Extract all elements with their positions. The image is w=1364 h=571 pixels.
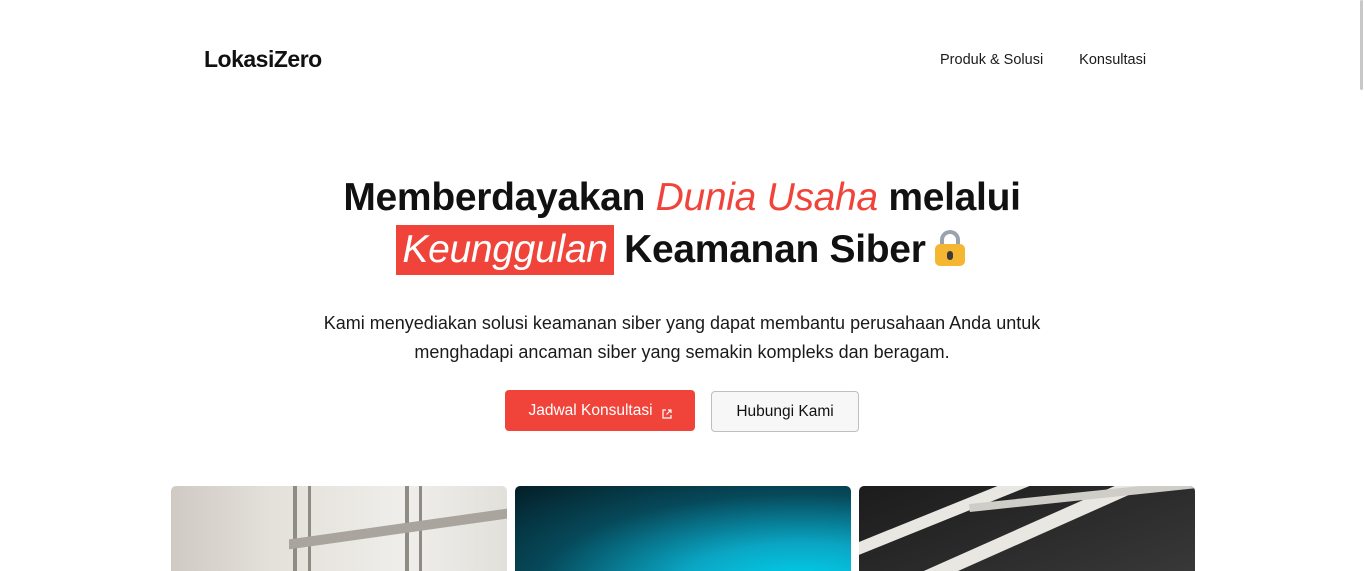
hero-section: Memberdayakan Dunia Usaha melalui Keungg… [0, 172, 1364, 432]
gallery-image-office-glass [171, 486, 507, 571]
hero-headline: Memberdayakan Dunia Usaha melalui Keungg… [0, 172, 1364, 276]
lock-icon [932, 228, 968, 268]
schedule-consultation-button[interactable]: Jadwal Konsultasi [505, 390, 695, 431]
headline-highlight-keunggulan: Keunggulan [396, 225, 614, 275]
headline-text-3: Keamanan Siber [613, 228, 926, 271]
gallery-image-cyan-gradient [515, 486, 851, 571]
nav-links: Produk & Solusi Konsultasi [940, 52, 1146, 68]
image-gallery [171, 486, 1195, 571]
nav-link-konsultasi[interactable]: Konsultasi [1079, 52, 1146, 68]
nav-link-produk-solusi[interactable]: Produk & Solusi [940, 52, 1043, 68]
schedule-consultation-label: Jadwal Konsultasi [528, 401, 653, 419]
headline-highlight-dunia-usaha: Dunia Usaha [655, 176, 878, 219]
headline-text-2: melalui [877, 176, 1021, 219]
navbar: LokasiZero Produk & Solusi Konsultasi [0, 0, 1364, 122]
headline-text-1: Memberdayakan [343, 176, 656, 219]
contact-us-button[interactable]: Hubungi Kami [711, 391, 859, 432]
hero-buttons: Jadwal Konsultasi Hubungi Kami [0, 390, 1364, 432]
external-link-icon [661, 406, 672, 419]
hero-subtitle: Kami menyediakan solusi keamanan siber y… [323, 313, 1041, 362]
brand-logo[interactable]: LokasiZero [204, 46, 322, 73]
gallery-image-ceiling-lights [859, 486, 1195, 571]
